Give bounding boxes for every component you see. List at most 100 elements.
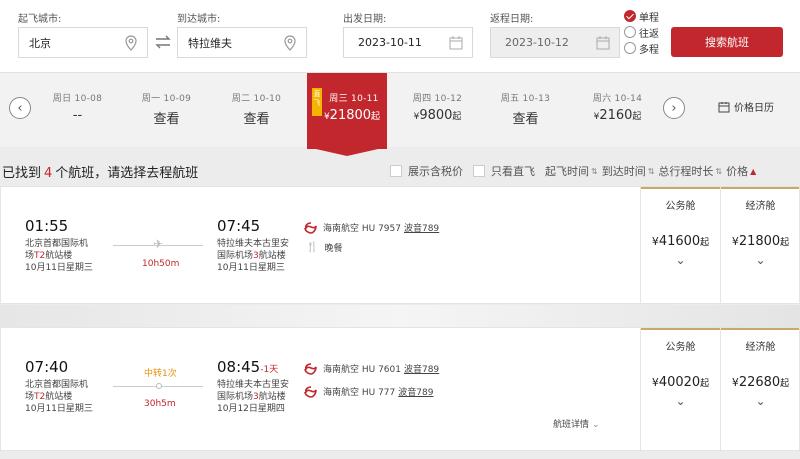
trip-type-oneway[interactable]: 单程 — [624, 8, 659, 24]
departure-time: 01:55 — [25, 217, 69, 235]
terminal-building-label: 航站楼 — [45, 392, 73, 402]
to-city-value: 特拉维夫 — [188, 36, 232, 50]
meal-info: 🍴 晚餐 — [306, 241, 342, 254]
currency-symbol: ¥ — [651, 235, 659, 248]
sort-price[interactable]: 价格 ▲ — [726, 163, 756, 179]
from-city-label: 起飞城市: — [18, 14, 62, 25]
date-cell-price: 查看 — [243, 112, 270, 127]
aircraft-type-link[interactable]: 波音789 — [404, 221, 439, 234]
business-fare[interactable]: 公务舱 ¥40020起 ⌄ — [640, 328, 720, 450]
fare-price: 40020 — [658, 375, 701, 390]
flight-card[interactable]: 07:40 北京首都国际机 场T2航站楼 10月11日星期三 中转1次 30h5… — [0, 327, 800, 451]
cabin-label: 公务舱 — [665, 342, 696, 353]
arrival-time: 08:45-1天 — [217, 358, 278, 376]
depart-date-label: 出发日期: — [343, 14, 387, 25]
trip-type-group: 单程 往返 多程 — [624, 8, 659, 56]
to-city-label: 到达城市: — [177, 14, 221, 25]
checkbox-icon — [473, 165, 485, 177]
sort-label: 起飞时间 — [545, 165, 589, 178]
fare-price: 21800 — [738, 234, 781, 249]
stopover-count[interactable]: 中转1次 — [144, 366, 177, 379]
terminal-building-label: 航站楼 — [258, 251, 286, 261]
from-city-input[interactable]: 北京 — [18, 27, 148, 58]
chevron-down-icon[interactable]: ⌄ — [721, 253, 800, 267]
direct-only-toggle[interactable]: 只看直飞 — [473, 163, 535, 179]
show-tax-price-toggle[interactable]: 展示含税价 — [390, 163, 463, 179]
date-cell-price: 查看 — [153, 112, 180, 127]
search-flights-button[interactable]: 搜索航班 — [671, 27, 783, 57]
depart-date-value: 2023-10-11 — [358, 36, 422, 49]
date-cell[interactable]: 周四 10-12 ¥9800起 — [390, 73, 485, 148]
economy-fare[interactable]: 经济舱 ¥22680起 ⌄ — [720, 328, 800, 450]
to-city-input[interactable]: 特拉维夫 — [177, 27, 307, 58]
chevron-down-icon[interactable]: ⌄ — [641, 394, 720, 408]
radio-icon — [624, 42, 636, 54]
arrival-time: 07:45 — [217, 217, 260, 235]
return-date-input[interactable]: 2023-10-12 — [490, 27, 620, 58]
flight-duration: 30h5m — [144, 399, 176, 409]
airline-info: 海南航空 HU 777 波音789 — [304, 385, 433, 398]
departure-time: 07:40 — [25, 358, 69, 376]
calendar-icon — [718, 101, 730, 112]
departure-date: 10月11日星期三 — [25, 404, 93, 414]
swap-cities-icon[interactable] — [152, 32, 174, 52]
next-week-button[interactable]: › — [663, 97, 685, 119]
date-cell-date: 周二 10-10 — [231, 94, 282, 104]
hainan-airlines-logo-icon — [304, 221, 317, 234]
filter-label: 展示含税价 — [408, 165, 463, 178]
airline-info: 海南航空 HU 7957 波音789 — [304, 221, 439, 234]
results-prefix: 已找到 — [2, 166, 42, 181]
hainan-airlines-logo-icon — [304, 362, 317, 375]
trip-type-roundtrip[interactable]: 往返 — [624, 24, 659, 40]
date-cell-date: 周六 10-14 — [592, 94, 643, 104]
date-cell[interactable]: 周六 10-14 ¥2160起 — [570, 73, 665, 148]
prev-week-button[interactable]: ‹ — [9, 97, 31, 119]
arrival-date: 10月12日星期四 — [217, 404, 285, 414]
flight-card[interactable]: 01:55 北京首都国际机 场T2航站楼 10月11日星期三 ✈ 10h50m … — [0, 186, 800, 304]
currency-symbol: ¥ — [651, 376, 659, 389]
departure-airport-name: 北京首都国际机 — [25, 380, 89, 390]
fare-price: 22680 — [738, 375, 781, 390]
date-cell-price: 2160 — [599, 108, 633, 123]
arrival-airport: 特拉维夫本古里安 国际机场3航站楼 10月12日星期四 — [217, 379, 289, 415]
date-cell[interactable]: 周二 10-10 查看 — [209, 73, 304, 148]
departure-airport: 北京首都国际机 场T2航站楼 10月11日星期三 — [25, 379, 93, 415]
chevron-down-icon[interactable]: ⌄ — [641, 253, 720, 267]
flight-details-link[interactable]: 航班详情 ⌄ — [553, 417, 600, 430]
trip-type-multi[interactable]: 多程 — [624, 40, 659, 56]
depart-date-input[interactable]: 2023-10-11 — [343, 27, 473, 58]
sort-departure-time[interactable]: 起飞时间 ⇅ — [545, 163, 598, 179]
sort-arrow-icon: ▲ — [750, 166, 757, 176]
results-suffix: 个航班，请选择去程航班 — [55, 166, 199, 181]
arrival-time-value: 07:45 — [217, 217, 261, 235]
departure-airport-name-tail: 场 — [25, 392, 35, 402]
selected-date-pointer — [307, 147, 387, 156]
aircraft-type-link[interactable]: 波音789 — [398, 385, 433, 398]
date-cell[interactable]: 周日 10-08 -- — [30, 73, 125, 148]
economy-fare[interactable]: 经济舱 ¥21800起 ⌄ — [720, 187, 800, 303]
date-cell-price: 查看 — [512, 112, 539, 127]
meal-label: 晚餐 — [324, 244, 343, 254]
sort-arrival-time[interactable]: 到达时间 ⇅ — [602, 163, 655, 179]
location-pin-icon — [125, 35, 137, 51]
terminal-building-label: 航站楼 — [45, 251, 73, 261]
currency-symbol: ¥ — [731, 235, 739, 248]
aircraft-type-link[interactable]: 波音789 — [404, 362, 439, 375]
price-calendar-link[interactable]: 价格日历 — [718, 99, 774, 114]
business-fare[interactable]: 公务舱 ¥41600起 ⌄ — [640, 187, 720, 303]
hainan-airlines-logo-icon — [304, 385, 317, 398]
date-cell[interactable]: 周一 10-09 查看 — [119, 73, 214, 148]
sort-total-duration[interactable]: 总行程时长 ⇅ — [658, 163, 722, 179]
date-cell-date: 周一 10-09 — [141, 94, 192, 104]
date-cell[interactable]: 周五 10-13 查看 — [478, 73, 573, 148]
chevron-down-circle-icon: ⌄ — [592, 420, 600, 430]
arrival-date: 10月11日星期三 — [217, 263, 285, 273]
date-cell-price: 21800 — [329, 108, 372, 123]
date-cell-date: 周日 10-08 — [52, 94, 103, 104]
chevron-down-icon[interactable]: ⌄ — [721, 394, 800, 408]
cabin-label: 经济舱 — [745, 342, 776, 353]
sort-label: 总行程时长 — [658, 165, 714, 178]
price-suffix: 起 — [452, 112, 462, 122]
calendar-icon — [596, 36, 610, 50]
date-cell-date: 周四 10-12 — [412, 94, 463, 104]
